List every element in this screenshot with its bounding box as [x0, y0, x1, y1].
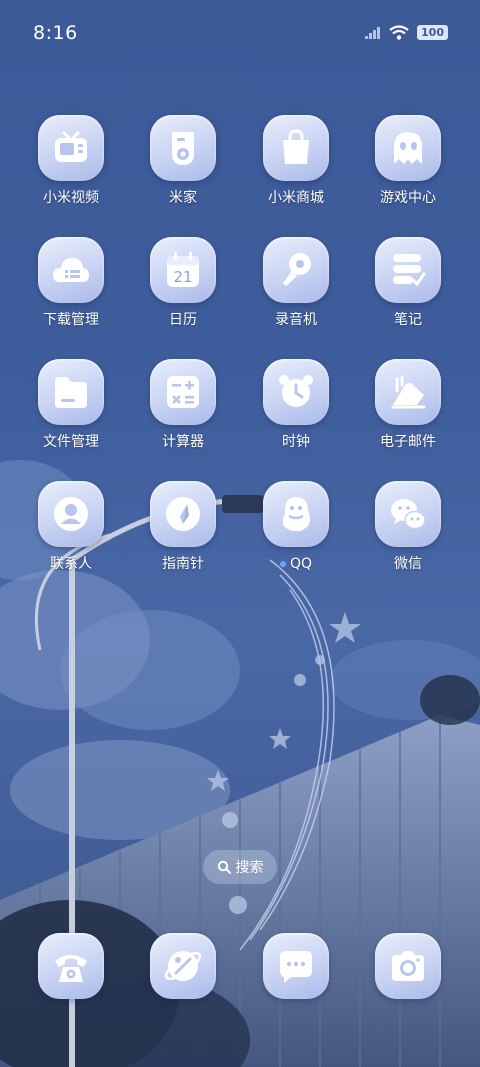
tile [150, 933, 216, 999]
tile [38, 933, 104, 999]
app-calendar[interactable]: 21 日历 [133, 237, 233, 329]
camera-icon [392, 951, 424, 981]
app-notes[interactable]: 笔记 [358, 237, 458, 329]
message-icon [280, 951, 312, 983]
app-email[interactable]: 电子邮件 [358, 359, 458, 451]
compass-icon [166, 497, 200, 531]
tile [375, 237, 441, 303]
app-contacts[interactable]: 联系人 [21, 481, 121, 573]
tile [263, 115, 329, 181]
tile: 21 [150, 237, 216, 303]
app-label: 时钟 [282, 434, 310, 450]
tile [38, 237, 104, 303]
tile [375, 481, 441, 547]
app-calculator[interactable]: 计算器 [133, 359, 233, 451]
app-clock[interactable]: 时钟 [246, 359, 346, 451]
mail-icon [391, 375, 426, 409]
app-compass[interactable]: 指南针 [133, 481, 233, 573]
search-icon [217, 860, 231, 874]
microphone-icon [283, 253, 311, 286]
tile [38, 359, 104, 425]
app-label: QQ [246, 555, 346, 573]
mijia-speaker-icon [172, 132, 194, 165]
tile [263, 481, 329, 547]
app-label: 联系人 [50, 556, 92, 572]
calendar-icon: 21 [167, 252, 199, 287]
tile [38, 115, 104, 181]
status-icons: 100 [365, 25, 448, 40]
dock-browser[interactable] [133, 933, 233, 999]
tile [150, 359, 216, 425]
dock-phone[interactable] [21, 933, 121, 999]
tile [150, 115, 216, 181]
app-game-center[interactable]: 游戏中心 [358, 115, 458, 207]
app-file-manager[interactable]: 文件管理 [21, 359, 121, 451]
app-label: 游戏中心 [380, 190, 436, 206]
penguin-icon [282, 497, 310, 532]
tile [375, 115, 441, 181]
search-button[interactable]: 搜索 [203, 850, 277, 884]
wechat-icon [391, 499, 426, 530]
app-label: 文件管理 [43, 434, 99, 450]
folder-icon [55, 377, 87, 408]
signal-icon [365, 26, 381, 39]
contact-icon [54, 497, 88, 531]
tile [263, 237, 329, 303]
app-qq[interactable]: QQ [246, 481, 346, 573]
status-time: 8:16 [33, 22, 78, 44]
tile [150, 481, 216, 547]
app-xiaomi-store[interactable]: 小米商城 [246, 115, 346, 207]
dock-camera[interactable] [358, 933, 458, 999]
tile [375, 359, 441, 425]
app-label: 指南针 [162, 556, 204, 572]
app-label: 下载管理 [43, 312, 99, 328]
tv-icon [55, 131, 87, 162]
app-label: 笔记 [394, 312, 422, 328]
search-label: 搜索 [235, 860, 264, 876]
app-label: 小米商城 [268, 190, 324, 206]
cloud-download-icon [53, 258, 89, 282]
app-label: 计算器 [162, 434, 204, 450]
calculator-icon [167, 376, 199, 408]
alarm-clock-icon [279, 375, 313, 407]
app-recorder[interactable]: 录音机 [246, 237, 346, 329]
phone-icon [55, 955, 87, 982]
app-mijia[interactable]: 米家 [133, 115, 233, 207]
tile [263, 359, 329, 425]
tile [38, 481, 104, 547]
battery-indicator: 100 [417, 25, 448, 40]
app-label: 微信 [394, 556, 422, 572]
notes-icon [393, 254, 426, 287]
status-bar: 8:16 100 [0, 0, 480, 68]
app-label: 日历 [169, 312, 197, 328]
dock-messages[interactable] [246, 933, 346, 999]
calendar-date: 21 [173, 268, 192, 286]
app-download-manager[interactable]: 下载管理 [21, 237, 121, 329]
app-label: 电子邮件 [380, 434, 436, 450]
ghost-icon [394, 132, 422, 164]
new-install-dot [279, 561, 286, 567]
browser-planet-icon [164, 951, 202, 981]
app-xiaomi-video[interactable]: 小米视频 [21, 115, 121, 207]
app-label: 米家 [169, 190, 197, 206]
app-wechat[interactable]: 微信 [358, 481, 458, 573]
app-label: 小米视频 [43, 190, 99, 206]
app-label: 录音机 [275, 312, 317, 328]
shopping-bag-icon [283, 129, 309, 164]
tile [263, 933, 329, 999]
tile [375, 933, 441, 999]
app-label-text: QQ [289, 556, 313, 572]
wifi-icon [389, 25, 409, 40]
